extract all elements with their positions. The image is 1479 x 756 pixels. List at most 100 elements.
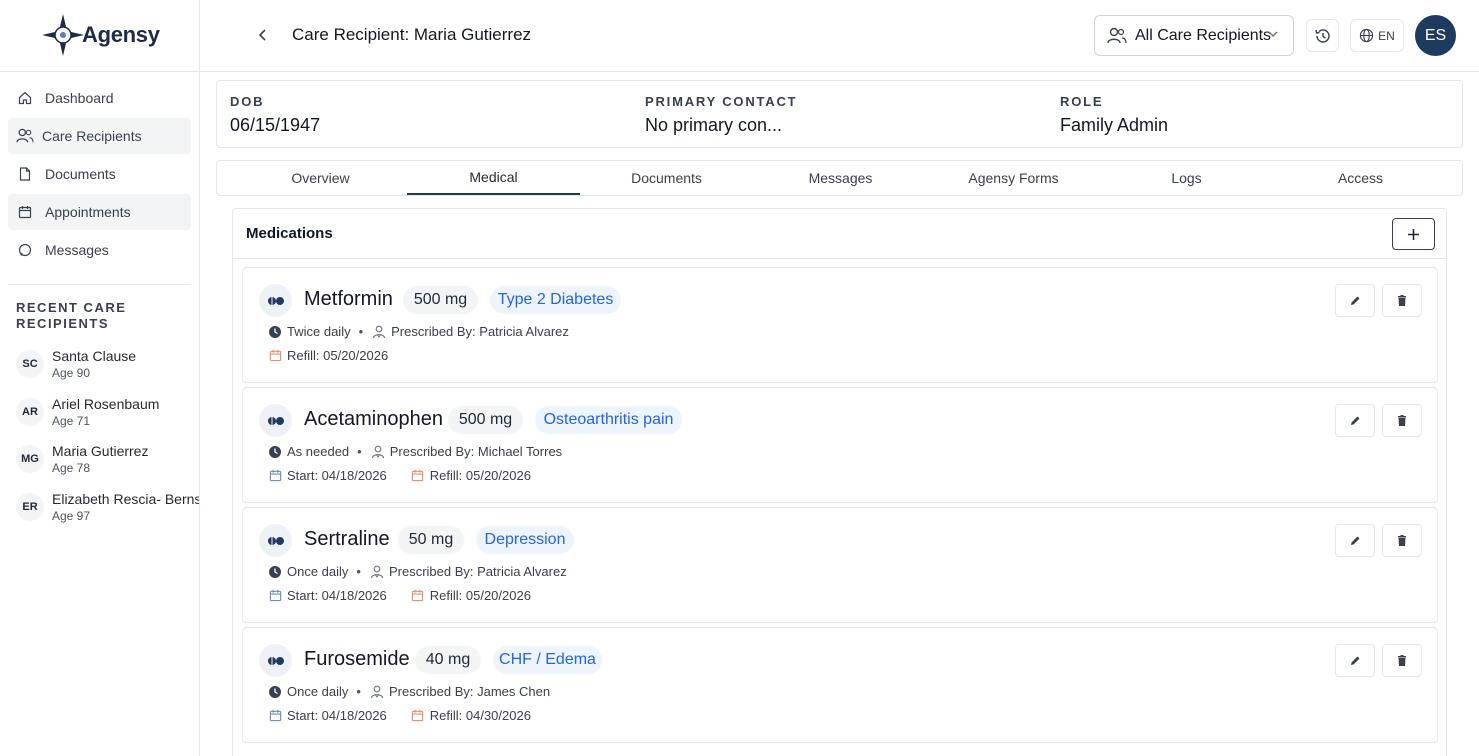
- tab-overview[interactable]: Overview: [234, 161, 407, 195]
- dose-badge: 50 mg: [398, 526, 464, 554]
- doctor-icon: [372, 325, 386, 339]
- dose-badge: 40 mg: [415, 646, 481, 674]
- refill-date: Refill: 05/20/2026: [287, 348, 389, 363]
- pencil-icon: [1351, 416, 1360, 425]
- start-date: Start: 04/18/2026: [287, 708, 387, 723]
- edit-medication-button[interactable]: [1335, 284, 1375, 317]
- medication-card: Sertraline 50 mg Depression Once daily •…: [242, 507, 1438, 623]
- delete-medication-button[interactable]: [1382, 404, 1422, 437]
- calendar-icon: [411, 469, 425, 483]
- role-value: Family Admin: [1060, 115, 1169, 135]
- separator-dot: •: [356, 684, 361, 699]
- refill-date: Refill: 05/20/2026: [429, 468, 531, 483]
- clock-icon: [268, 445, 282, 459]
- compass-star-icon: [42, 14, 84, 56]
- user-avatar[interactable]: ES: [1415, 15, 1456, 56]
- home-icon: [16, 89, 34, 107]
- dose-badge: 500 mg: [448, 406, 523, 434]
- recipient-age: Age 78: [52, 461, 91, 475]
- delete-medication-button[interactable]: [1382, 284, 1422, 317]
- recent-recipient-item[interactable]: MG Maria Gutierrez Age 78: [16, 441, 199, 489]
- edit-medication-button[interactable]: [1335, 404, 1375, 437]
- detail-tabs: Overview Medical Documents Messages Agen…: [216, 160, 1463, 196]
- tab-access[interactable]: Access: [1274, 161, 1447, 195]
- prescriber-text: Prescribed By: James Chen: [388, 684, 551, 699]
- role-label: Role: [1060, 94, 1104, 109]
- tab-documents[interactable]: Documents: [580, 161, 753, 195]
- refill-date: Refill: 05/20/2026: [429, 588, 531, 603]
- edit-medication-button[interactable]: [1335, 644, 1375, 677]
- delete-medication-button[interactable]: [1382, 644, 1422, 677]
- sidebar-item-documents[interactable]: Documents: [8, 156, 191, 192]
- message-icon: [16, 241, 34, 259]
- prescriber-text: Prescribed By: Patricia Alvarez: [388, 564, 567, 579]
- delete-medication-button[interactable]: [1382, 524, 1422, 557]
- recent-recipient-item[interactable]: SC Santa Clause Age 90: [16, 346, 199, 394]
- sidebar-item-dashboard[interactable]: Dashboard: [8, 80, 191, 116]
- tab-logs[interactable]: Logs: [1100, 161, 1273, 195]
- page-title: Care Recipient: Maria Gutierrez: [292, 25, 532, 44]
- clock-icon: [268, 565, 282, 579]
- recipient-age: Age 97: [52, 508, 91, 523]
- dob-value: 06/15/1947: [230, 115, 321, 135]
- sidebar-item-appointments[interactable]: Appointments: [8, 194, 191, 230]
- role-section: Role Family Admin: [1060, 94, 1168, 136]
- recipient-name: Maria Gutierrez: [52, 443, 149, 459]
- edit-medication-button[interactable]: [1335, 524, 1375, 557]
- separator-dot: •: [358, 324, 364, 339]
- tab-messages[interactable]: Messages: [754, 161, 927, 195]
- language-button[interactable]: EN: [1350, 19, 1404, 52]
- tab-medical[interactable]: Medical: [407, 161, 580, 195]
- frequency-text: Once daily: [287, 684, 349, 699]
- medication-name: Metformin: [304, 288, 393, 310]
- top-bar: Agensy Care Recipient: Maria Gutierrez A…: [0, 0, 1479, 72]
- recipient-info-card: DOB 06/15/1947 Primary Contact No primar…: [216, 80, 1463, 148]
- recent-recipient-item[interactable]: AR Ariel Rosenbaum Age 71: [16, 394, 199, 442]
- sidebar-item-messages[interactable]: Messages: [8, 232, 191, 268]
- users-icon: [1107, 27, 1127, 43]
- doctor-icon: [370, 685, 384, 699]
- sidebar-item-care-recipients[interactable]: Care Recipients: [8, 118, 191, 154]
- pencil-icon: [1351, 656, 1360, 665]
- recipient-avatar: MG: [16, 445, 44, 473]
- trash-icon: [1398, 654, 1406, 666]
- recent-recipients-title: Recent Care Recipients: [16, 300, 127, 331]
- separator-dot: •: [356, 564, 361, 579]
- condition-badge: Type 2 Diabetes: [490, 286, 621, 314]
- start-date: Start: 04/18/2026: [287, 588, 387, 603]
- recent-recipients-list: SC Santa Clause Age 90 AR Ariel Rosenbau…: [16, 346, 199, 536]
- tab-agensy-forms[interactable]: Agensy Forms: [927, 161, 1100, 195]
- medications-title: Medications: [246, 225, 333, 242]
- recipient-filter-select[interactable]: All Care Recipients: [1094, 15, 1294, 56]
- agensy-logo[interactable]: Agensy: [40, 12, 160, 58]
- separator-dot: •: [357, 444, 362, 459]
- globe-icon: [1360, 28, 1374, 43]
- recipient-filter-label: All Care Recipients: [1135, 26, 1272, 44]
- file-icon: [16, 165, 34, 183]
- recipient-age: Age 90: [52, 366, 91, 380]
- primary-contact-label: Primary Contact: [645, 94, 798, 109]
- dob-section: DOB 06/15/1947: [230, 94, 320, 136]
- frequency-row: Once daily • Prescribed By: James Chen: [268, 684, 550, 699]
- frequency-text: Once daily: [287, 564, 349, 579]
- frequency-row: As needed • Prescribed By: Michael Torre…: [268, 444, 562, 459]
- recipient-avatar: SC: [16, 350, 44, 378]
- sidebar-item-label: Dashboard: [45, 90, 114, 106]
- condition-badge: Osteoarthritis pain: [535, 406, 682, 434]
- prescriber-text: Prescribed By: Michael Torres: [389, 444, 563, 459]
- add-medication-button[interactable]: [1392, 218, 1435, 250]
- medication-name: Acetaminophen: [304, 408, 443, 430]
- pill-icon: [259, 284, 292, 317]
- medication-name: Furosemide: [304, 648, 410, 670]
- sidebar-separator: [8, 284, 191, 285]
- plus-icon: [1408, 228, 1419, 240]
- back-button[interactable]: [250, 22, 276, 48]
- recent-recipient-item[interactable]: ER Elizabeth Rescia- Bernstein Age 97: [16, 489, 199, 537]
- frequency-row: Twice daily • Prescribed By: Patricia Al…: [268, 324, 569, 339]
- trash-icon: [1398, 414, 1406, 426]
- history-button[interactable]: [1306, 19, 1339, 52]
- calendar-icon: [268, 709, 282, 723]
- calendar-icon: [411, 709, 425, 723]
- start-date: Start: 04/18/2026: [287, 468, 387, 483]
- calendar-icon: [268, 349, 282, 363]
